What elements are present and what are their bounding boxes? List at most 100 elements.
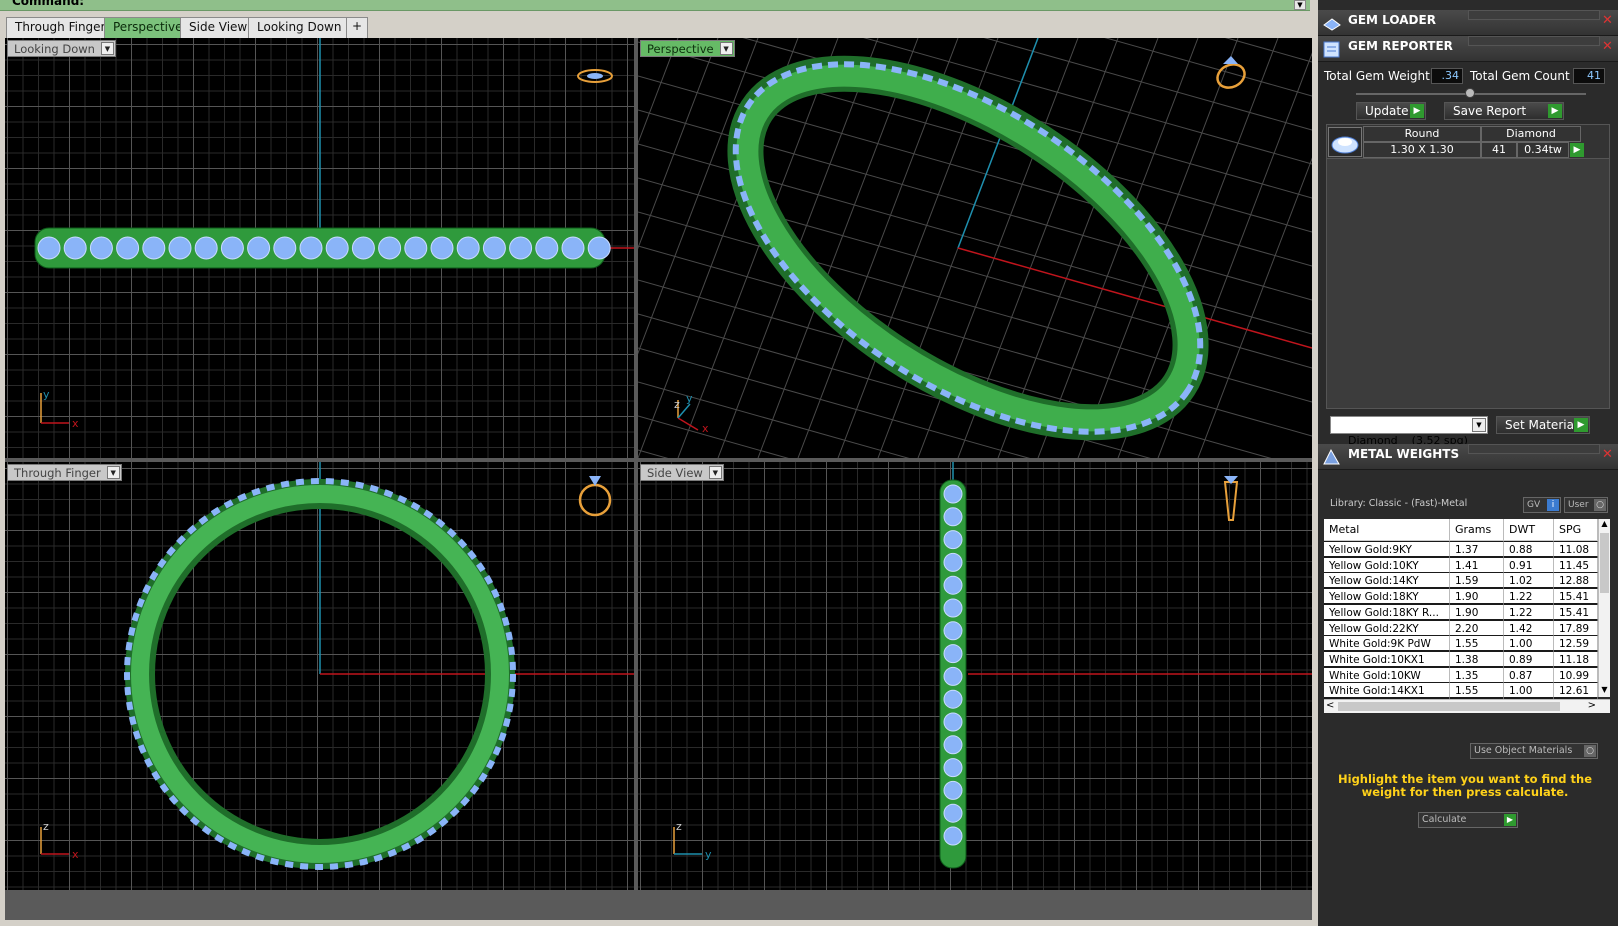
- material-select[interactable]: Diamond (3.52 spg) ▼: [1330, 416, 1488, 447]
- total-gem-count-value: 41: [1573, 68, 1605, 84]
- gem-icon: [943, 666, 963, 686]
- table-cell: 10.99: [1554, 666, 1598, 683]
- play-icon: ▶: [1504, 814, 1516, 826]
- table-row[interactable]: Yellow Gold:22KY 2.20 1.42 17.89: [1324, 619, 1598, 636]
- table-cell: 15.41: [1554, 603, 1598, 620]
- gem-icon: [943, 484, 963, 504]
- viewport-menu-looking-down[interactable]: Looking Down ▼: [7, 40, 116, 57]
- gem-icon: [943, 621, 963, 641]
- table-cell: White Gold:9K PdW: [1324, 635, 1450, 652]
- update-button[interactable]: Update ▶: [1356, 102, 1426, 120]
- tab-through-finger[interactable]: Through Finger: [6, 17, 115, 38]
- table-header: Metal Grams DWT SPG: [1324, 519, 1598, 541]
- table-row[interactable]: Yellow Gold:10KY 1.41 0.91 11.45: [1324, 556, 1598, 573]
- round-gem-icon: [1328, 127, 1362, 157]
- table-row[interactable]: Yellow Gold:18KY 1.90 1.22 15.41: [1324, 588, 1598, 605]
- table-cell: 1.35: [1450, 666, 1504, 683]
- table-cell: White Gold:10KW: [1324, 666, 1450, 683]
- table-cell: 12.61: [1554, 682, 1598, 699]
- gem-loader-header[interactable]: GEM LOADER ✕: [1318, 10, 1618, 36]
- gem-icon: [168, 236, 192, 260]
- use-object-materials-toggle[interactable]: Use Object Materials ○: [1470, 743, 1598, 759]
- metal-weights-table[interactable]: Metal Grams DWT SPG Yellow Gold:9KY 1.37 0…: [1324, 519, 1598, 712]
- calculate-instruction: Highlight the item you want to find the …: [1338, 772, 1592, 799]
- tab-perspective[interactable]: Perspective: [104, 17, 190, 38]
- gem-icon: [943, 803, 963, 823]
- tab-side-view[interactable]: Side View: [180, 17, 257, 38]
- gem-icon: [299, 236, 323, 260]
- table-row[interactable]: Yellow Gold:9KY 1.37 0.88 11.08: [1324, 541, 1598, 557]
- table-row[interactable]: Yellow Gold:18KY R... 1.90 1.22 15.41: [1324, 603, 1598, 620]
- gem-icon: [247, 236, 271, 260]
- command-dropdown-icon[interactable]: ▼: [1294, 0, 1306, 10]
- viewport-side-view[interactable]: z y Side View ▼: [638, 462, 1312, 890]
- table-cell: 0.91: [1504, 556, 1554, 573]
- library-label: Library: Classic - (Fast)-Metal: [1330, 498, 1468, 509]
- svg-text:x: x: [702, 422, 709, 435]
- gem-icon: [943, 507, 963, 527]
- view-tab-bar: Through Finger Perspective Side View Loo…: [0, 14, 1312, 38]
- save-report-button[interactable]: Save Report ▶: [1444, 102, 1564, 120]
- gem-icon: [561, 236, 585, 260]
- table-row[interactable]: White Gold:14KX1 1.55 1.00 12.61: [1324, 682, 1598, 699]
- gem-icon: [509, 236, 533, 260]
- viewport-perspective[interactable]: z y x Perspective ▼: [638, 38, 1312, 458]
- gem-icon: [943, 712, 963, 732]
- slider-handle[interactable]: [1465, 88, 1475, 98]
- viewport-menu-perspective[interactable]: Perspective ▼: [640, 40, 735, 57]
- gem-icon: [220, 236, 244, 260]
- table-row[interactable]: White Gold:10KW 1.35 0.87 10.99: [1324, 666, 1598, 683]
- table-cell: Yellow Gold:18KY: [1324, 588, 1450, 605]
- play-icon: ▶: [1410, 104, 1424, 118]
- close-icon[interactable]: ✕: [1600, 14, 1615, 29]
- table-cell: 1.22: [1504, 603, 1554, 620]
- close-icon[interactable]: ✕: [1600, 448, 1615, 463]
- table-row[interactable]: White Gold:10KX1 1.38 0.89 11.18: [1324, 650, 1598, 667]
- metal-weights-header[interactable]: METAL WEIGHTS ✕: [1318, 444, 1618, 470]
- gem-icon: [37, 236, 61, 260]
- viewport-menu-through-finger[interactable]: Through Finger ▼: [7, 464, 122, 481]
- chevron-down-icon: ▼: [100, 42, 114, 55]
- table-cell: 12.59: [1554, 635, 1598, 652]
- table-cell: 11.08: [1554, 541, 1598, 557]
- table-cell: 1.00: [1504, 635, 1554, 652]
- tab-looking-down[interactable]: Looking Down: [248, 17, 351, 38]
- table-row[interactable]: Yellow Gold:14KY 1.59 1.02 12.88: [1324, 572, 1598, 589]
- gem-icon: [351, 236, 375, 260]
- table-cell: 0.89: [1504, 650, 1554, 667]
- table-cell: White Gold:10KX1: [1324, 650, 1450, 667]
- play-icon[interactable]: ▶: [1570, 143, 1584, 157]
- set-material-button[interactable]: Set Material ▶: [1496, 416, 1590, 434]
- viewport-through-finger[interactable]: z x Through Finger ▼: [5, 462, 634, 890]
- play-icon: ▶: [1548, 104, 1562, 118]
- view-cube-widget-icon: [1216, 56, 1246, 89]
- add-tab-button[interactable]: +: [346, 17, 369, 38]
- gem-reporter-header[interactable]: GEM REPORTER ✕: [1318, 36, 1618, 62]
- gem-icon: [404, 236, 428, 260]
- svg-text:z: z: [676, 820, 682, 833]
- table-cell: 1.37: [1450, 541, 1504, 557]
- close-icon[interactable]: ✕: [1600, 40, 1615, 55]
- table-cell: 15.41: [1554, 588, 1598, 605]
- command-label: Command:: [12, 0, 85, 8]
- table-row[interactable]: White Gold:9K PdW 1.55 1.00 12.59: [1324, 635, 1598, 652]
- gem-list: Round Diamond 1.30 X 1.30 41 0.34tw ▶: [1326, 124, 1610, 409]
- table-vertical-scrollbar[interactable]: ▲ ▼: [1598, 519, 1610, 697]
- gem-row[interactable]: Round Diamond 1.30 X 1.30 41 0.34tw ▶: [1327, 125, 1609, 159]
- svg-text:y: y: [705, 848, 712, 861]
- gem-icon: [325, 236, 349, 260]
- gem-icon: [142, 236, 166, 260]
- viewport-looking-down[interactable]: y x Looking Down ▼: [5, 38, 634, 458]
- calculate-button[interactable]: Calculate ▶: [1418, 812, 1518, 828]
- user-toggle[interactable]: User ○: [1564, 497, 1608, 513]
- table-cell: 1.90: [1450, 588, 1504, 605]
- gem-reporter-icon: [1321, 39, 1343, 59]
- chevron-down-icon: ▼: [1472, 418, 1486, 432]
- table-horizontal-scrollbar[interactable]: < >: [1324, 699, 1610, 713]
- table-cell: White Gold:14KX1: [1324, 682, 1450, 699]
- table-cell: 1.90: [1450, 603, 1504, 620]
- viewport-menu-side-view[interactable]: Side View ▼: [640, 464, 724, 481]
- table-cell: 11.18: [1554, 650, 1598, 667]
- gv-toggle[interactable]: GV i: [1523, 497, 1561, 513]
- command-bar[interactable]: Command: ▼: [0, 0, 1310, 11]
